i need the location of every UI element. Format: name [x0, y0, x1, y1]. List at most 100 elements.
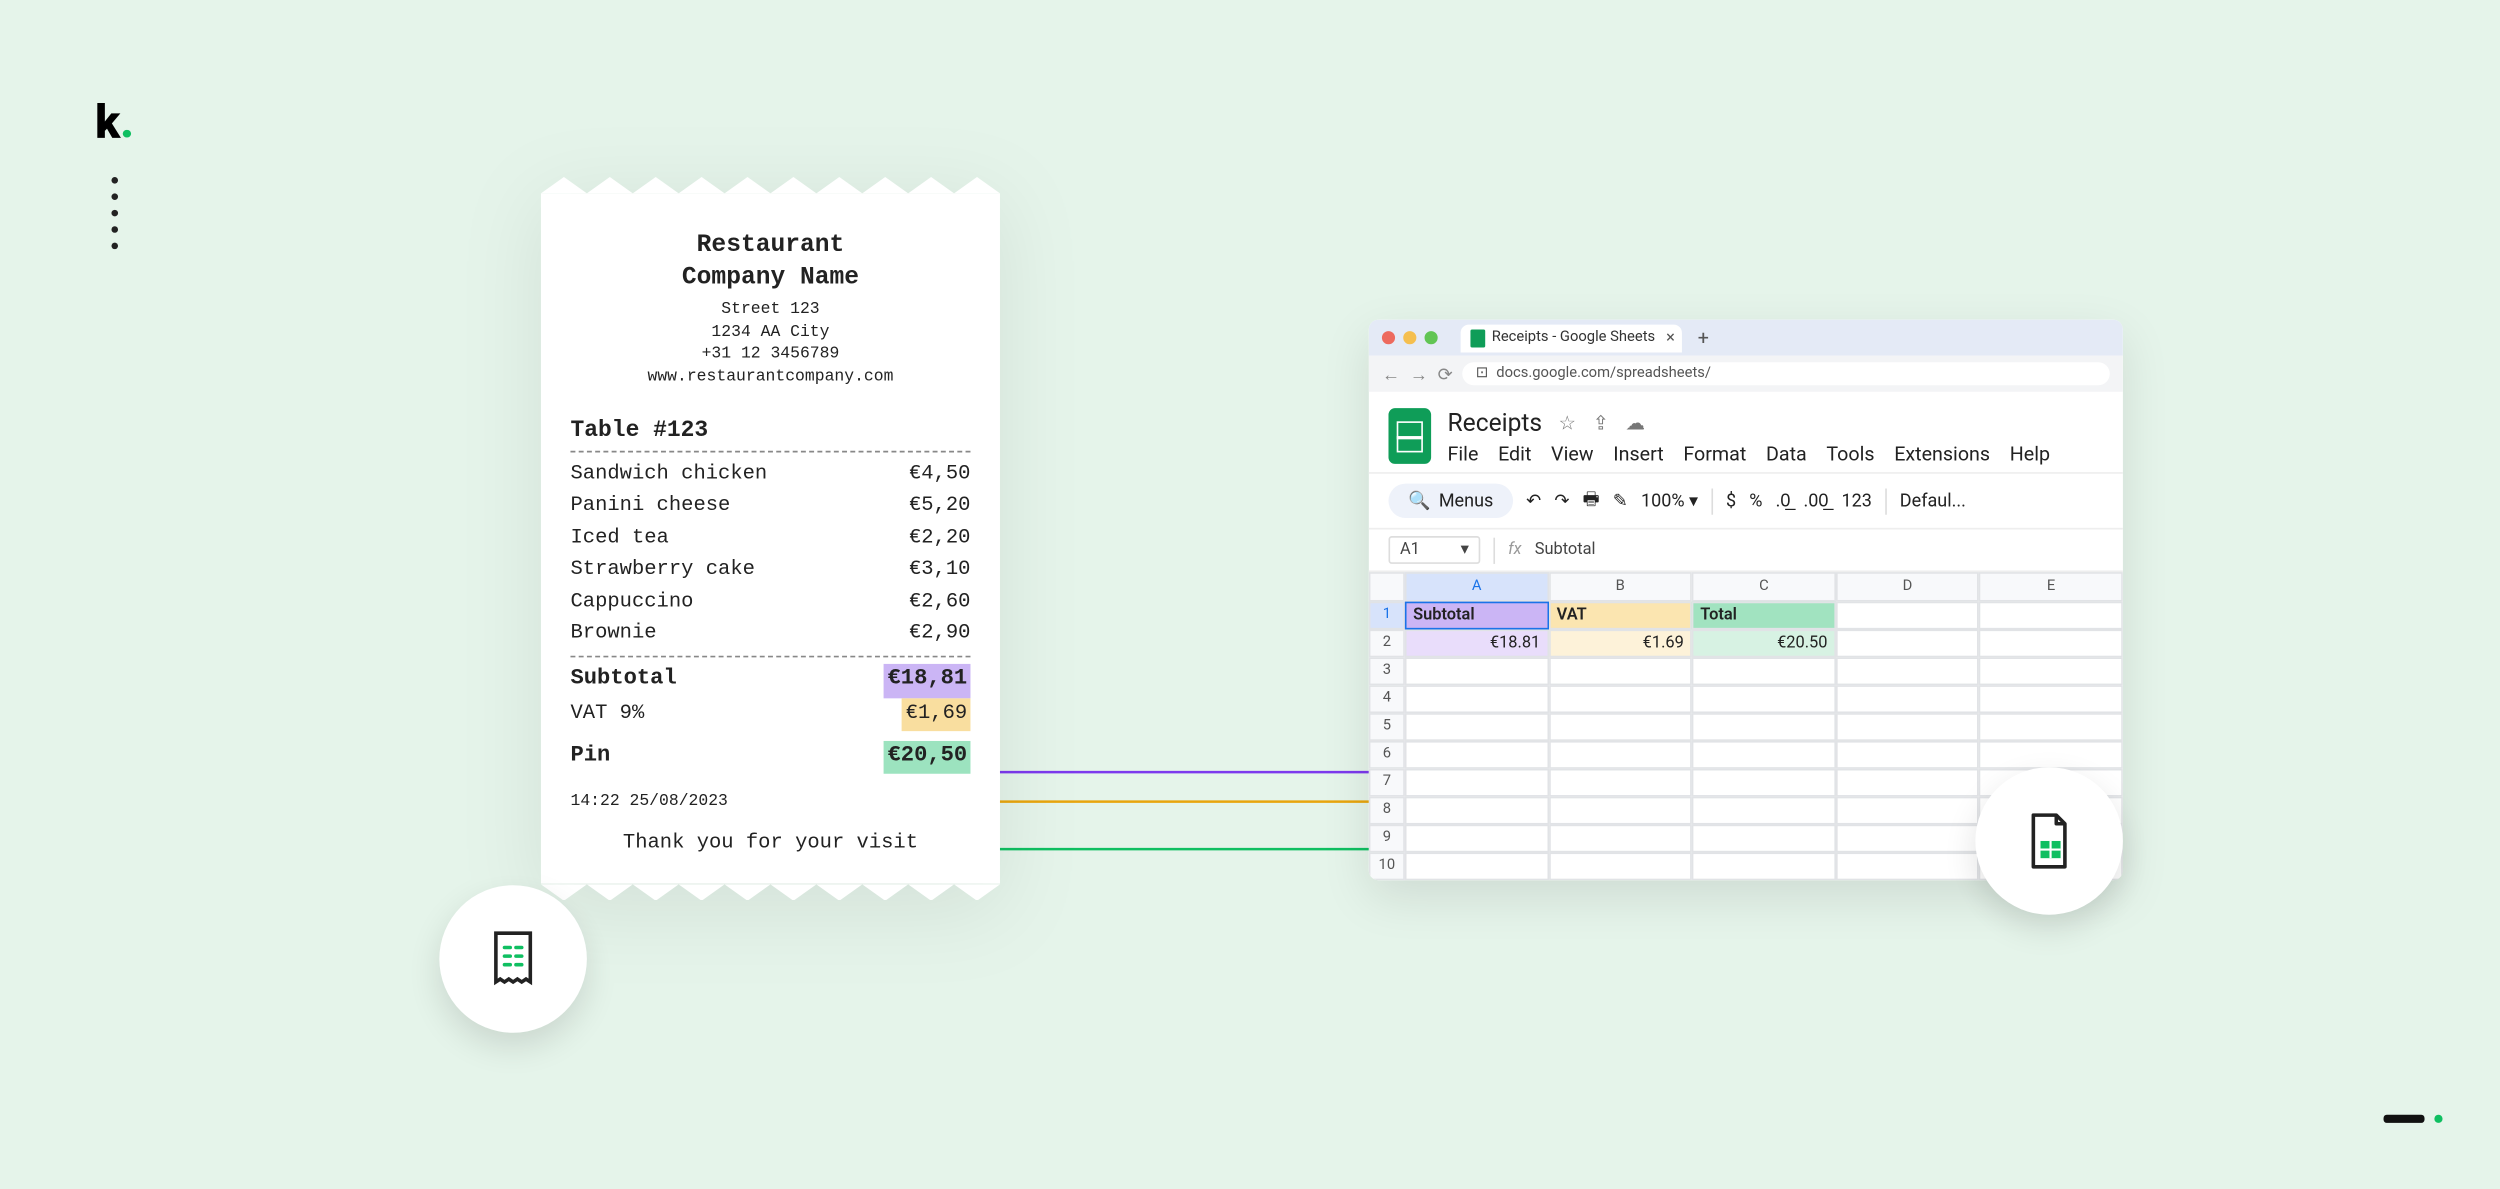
- reload-icon[interactable]: ⟳: [1438, 363, 1453, 384]
- menu-item-insert[interactable]: Insert: [1613, 443, 1663, 466]
- cell[interactable]: [1979, 602, 2123, 630]
- undo-icon[interactable]: ↶: [1526, 490, 1541, 511]
- cell[interactable]: [1836, 657, 1980, 685]
- cell[interactable]: [1548, 741, 1692, 769]
- cell[interactable]: [1979, 741, 2123, 769]
- cell[interactable]: [1692, 685, 1836, 713]
- cell[interactable]: [1405, 657, 1549, 685]
- window-controls[interactable]: [1382, 331, 1438, 344]
- doc-title[interactable]: Receipts: [1448, 408, 1543, 438]
- cell[interactable]: [1692, 713, 1836, 741]
- col-header-C[interactable]: C: [1692, 572, 1836, 602]
- cell[interactable]: [1979, 685, 2123, 713]
- percent-button[interactable]: %: [1749, 490, 1762, 511]
- number-format-button[interactable]: 123: [1842, 490, 1872, 511]
- row-header-3[interactable]: 3: [1369, 657, 1405, 685]
- cell[interactable]: [1548, 852, 1692, 880]
- new-tab-button[interactable]: +: [1691, 326, 1715, 349]
- browser-tab[interactable]: Receipts - Google Sheets: [1461, 324, 1682, 352]
- zoom-select[interactable]: 100% ▾: [1641, 490, 1698, 511]
- cell[interactable]: [1836, 741, 1980, 769]
- cell-a1[interactable]: Subtotal: [1405, 602, 1549, 630]
- cell[interactable]: [1692, 852, 1836, 880]
- cell-b2[interactable]: €1.69: [1548, 629, 1692, 657]
- col-header-B[interactable]: B: [1548, 572, 1692, 602]
- cell[interactable]: [1836, 602, 1980, 630]
- cell[interactable]: [1405, 769, 1549, 797]
- star-icon[interactable]: ☆: [1559, 411, 1577, 434]
- cell[interactable]: [1836, 797, 1980, 825]
- row-header-8[interactable]: 8: [1369, 797, 1405, 825]
- close-icon[interactable]: [1382, 331, 1395, 344]
- menu-item-edit[interactable]: Edit: [1498, 443, 1531, 466]
- menu-item-data[interactable]: Data: [1766, 443, 1807, 466]
- cell[interactable]: [1405, 797, 1549, 825]
- maximize-icon[interactable]: [1425, 331, 1438, 344]
- cell[interactable]: [1405, 741, 1549, 769]
- cell[interactable]: [1548, 797, 1692, 825]
- forward-icon[interactable]: →: [1410, 363, 1428, 384]
- move-icon[interactable]: ⇪: [1593, 411, 1609, 434]
- row-header-1[interactable]: 1: [1369, 602, 1405, 630]
- name-box[interactable]: A1▾: [1388, 536, 1480, 564]
- cell-c1[interactable]: Total: [1692, 602, 1836, 630]
- row-header-10[interactable]: 10: [1369, 852, 1405, 880]
- redo-icon[interactable]: ↷: [1554, 490, 1569, 511]
- row-header-7[interactable]: 7: [1369, 769, 1405, 797]
- cell[interactable]: [1836, 852, 1980, 880]
- menu-item-extensions[interactable]: Extensions: [1894, 443, 1990, 466]
- col-header-A[interactable]: A: [1405, 572, 1549, 602]
- row-header-9[interactable]: 9: [1369, 825, 1405, 853]
- menu-item-tools[interactable]: Tools: [1826, 443, 1874, 466]
- cell[interactable]: [1836, 825, 1980, 853]
- cell[interactable]: [1548, 713, 1692, 741]
- row-header-5[interactable]: 5: [1369, 713, 1405, 741]
- cloud-icon[interactable]: ☁: [1625, 411, 1645, 434]
- row-header-4[interactable]: 4: [1369, 685, 1405, 713]
- search-icon: 🔍: [1408, 490, 1430, 511]
- cell[interactable]: [1692, 657, 1836, 685]
- cell[interactable]: [1548, 825, 1692, 853]
- cell[interactable]: [1836, 629, 1980, 657]
- back-icon[interactable]: ←: [1382, 363, 1400, 384]
- menu-search[interactable]: 🔍 Menus: [1388, 484, 1513, 518]
- cell[interactable]: [1405, 713, 1549, 741]
- cell[interactable]: [1692, 797, 1836, 825]
- cell[interactable]: [1979, 629, 2123, 657]
- cell[interactable]: [1836, 769, 1980, 797]
- minimize-icon[interactable]: [1403, 331, 1416, 344]
- cell[interactable]: [1836, 685, 1980, 713]
- cell-a2[interactable]: €18.81: [1405, 629, 1549, 657]
- row-header-2[interactable]: 2: [1369, 629, 1405, 657]
- cell[interactable]: [1692, 769, 1836, 797]
- formula-bar[interactable]: Subtotal: [1535, 541, 1596, 559]
- increase-decimal-icon[interactable]: .00̲: [1803, 490, 1828, 511]
- cell[interactable]: [1548, 685, 1692, 713]
- col-header-E[interactable]: E: [1979, 572, 2123, 602]
- browser-urlbar: ← → ⟳ ⊡ docs.google.com/spreadsheets/: [1369, 356, 2123, 392]
- cell[interactable]: [1979, 713, 2123, 741]
- cell[interactable]: [1405, 825, 1549, 853]
- cell[interactable]: [1548, 769, 1692, 797]
- menu-item-help[interactable]: Help: [2010, 443, 2050, 466]
- col-header-D[interactable]: D: [1836, 572, 1980, 602]
- url-input[interactable]: ⊡ docs.google.com/spreadsheets/: [1463, 362, 2110, 385]
- font-select[interactable]: Defaul...: [1900, 490, 1966, 511]
- menu-item-view[interactable]: View: [1551, 443, 1594, 466]
- row-header-6[interactable]: 6: [1369, 741, 1405, 769]
- currency-button[interactable]: $: [1726, 490, 1736, 511]
- cell[interactable]: [1692, 825, 1836, 853]
- menu-item-format[interactable]: Format: [1683, 443, 1746, 466]
- cell[interactable]: [1405, 852, 1549, 880]
- cell[interactable]: [1548, 657, 1692, 685]
- cell[interactable]: [1692, 741, 1836, 769]
- cell[interactable]: [1405, 685, 1549, 713]
- menu-item-file[interactable]: File: [1448, 443, 1479, 466]
- cell[interactable]: [1979, 657, 2123, 685]
- cell[interactable]: [1836, 713, 1980, 741]
- cell-c2[interactable]: €20.50: [1692, 629, 1836, 657]
- decrease-decimal-icon[interactable]: .0̲: [1776, 490, 1791, 511]
- print-icon[interactable]: 🖶: [1583, 485, 1600, 516]
- cell-b1[interactable]: VAT: [1548, 602, 1692, 630]
- paint-format-icon[interactable]: ✎: [1613, 490, 1628, 511]
